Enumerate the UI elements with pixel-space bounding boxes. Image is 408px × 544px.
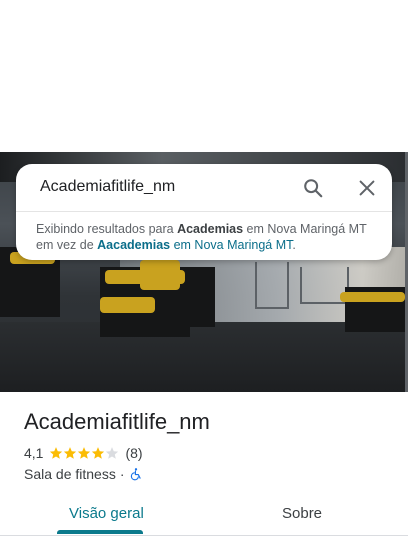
place-title: Academiafitlife_nm <box>24 409 210 434</box>
star-icon <box>92 447 105 459</box>
search-card: Academiafitlife_nm Exibindo resultados p… <box>16 164 392 260</box>
notice-location: em Nova Maringá MT <box>243 222 367 236</box>
star-empty-icon <box>106 447 119 459</box>
search-icon[interactable] <box>302 177 324 199</box>
original-location: em Nova Maringá MT <box>170 238 293 252</box>
original-term: Aacademias <box>97 238 171 252</box>
wheelchair-icon <box>130 468 141 481</box>
photo-pad <box>340 292 405 302</box>
search-input[interactable]: Academiafitlife_nm <box>40 178 175 196</box>
star-icon <box>50 447 63 459</box>
rating-row[interactable]: 4,1 (8) <box>24 445 143 461</box>
search-correction-notice: Exibindo resultados para Academias em No… <box>36 221 381 253</box>
photo-machine <box>185 267 215 327</box>
blank-header-area <box>0 0 408 152</box>
photo-floor <box>0 322 405 392</box>
notice-term: Academias <box>177 222 244 236</box>
rating-value: 4,1 <box>24 445 44 461</box>
star-icon <box>78 447 91 459</box>
active-tab-indicator <box>57 530 143 534</box>
tabs-divider <box>0 535 408 536</box>
tab-overview[interactable]: Visão geral <box>69 505 144 522</box>
photo-rack <box>255 262 289 309</box>
tab-about[interactable]: Sobre <box>282 505 322 522</box>
search-divider <box>16 211 392 212</box>
place-category: Sala de fitness <box>24 466 116 482</box>
close-icon[interactable] <box>356 177 378 199</box>
photo-pad <box>100 297 155 313</box>
category-row: Sala de fitness · <box>24 466 143 482</box>
star-icon <box>64 447 77 459</box>
category-separator: · <box>119 466 125 482</box>
photo-pad <box>140 260 180 290</box>
notice-period: . <box>292 238 296 252</box>
notice-prefix: Exibindo resultados para <box>36 222 178 236</box>
rating-stars <box>49 446 119 460</box>
review-count: (8) <box>125 445 143 461</box>
notice-instead-of: em vez de <box>36 238 98 252</box>
original-search-link[interactable]: Aacademias em Nova Maringá MT <box>97 238 292 252</box>
